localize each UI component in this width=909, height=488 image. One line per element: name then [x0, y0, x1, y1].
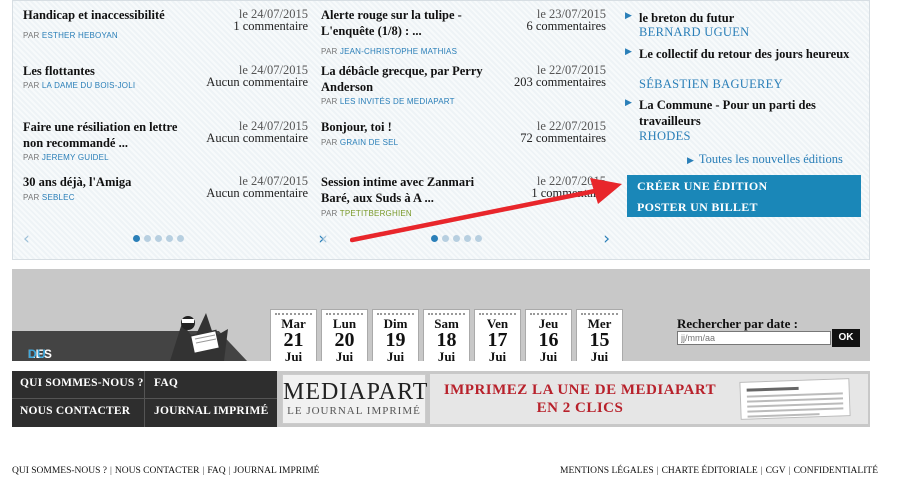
editorial-charter-link[interactable]: CHARTE ÉDITORIALE [662, 466, 758, 476]
logo-subtitle: LE JOURNAL IMPRIMÉ [287, 405, 421, 417]
new-edition-title[interactable]: le breton du futur [639, 10, 863, 26]
day-picker: Mar 21 Jui Lun 20 Jui Dim 19 Jui Sam 18 Jui Ven 1… [270, 309, 623, 363]
triangle-bullet-icon: ▶ [687, 156, 694, 166]
edition-title[interactable]: La débâcle grecque, par Perry Anderson [321, 63, 496, 95]
comment-count[interactable]: Aucun commentaire [206, 187, 308, 200]
new-edition-author[interactable]: BERNARD UGUEN [639, 25, 750, 40]
mediapart-journal-logo[interactable]: MEDIAPART LE JOURNAL IMPRIMÉ [282, 374, 429, 424]
triangle-bullet-icon: ▶ [625, 98, 632, 108]
day-card[interactable]: Ven 17 Jui [474, 309, 521, 363]
faq-link[interactable]: FAQ [207, 466, 225, 476]
edition-title[interactable]: Alerte rouge sur la tulipe - L'enquête (… [321, 7, 496, 39]
who-are-we-link[interactable]: QUI SOMMES-NOUS ? [12, 466, 107, 476]
comment-count[interactable]: 6 commentaires [527, 20, 607, 33]
day-card[interactable]: Lun 20 Jui [321, 309, 368, 363]
chevron-left-icon[interactable]: ‹ [23, 229, 30, 249]
faq-link[interactable]: FAQ [154, 377, 178, 389]
comment-count[interactable]: 72 commentaires [520, 132, 606, 145]
author-link[interactable]: ESTHER HEBOYAN [42, 31, 118, 40]
author-link[interactable]: GRAIN DE SEL [340, 138, 398, 147]
edition-title[interactable]: Bonjour, toi ! [321, 119, 496, 135]
edition-title[interactable]: 30 ans déjà, l'Amiga [23, 174, 198, 190]
triangle-bullet-icon: ▶ [625, 47, 632, 57]
edition-byline: PAR JEAN-CHRISTOPHE MATHIAS [321, 47, 458, 56]
comment-count[interactable]: Aucun commentaire [206, 76, 308, 89]
red-arrow-annotation [350, 178, 622, 243]
day-card[interactable]: Sam 18 Jui [423, 309, 470, 363]
comment-count[interactable]: 1 commentaire [233, 20, 308, 33]
comment-count[interactable]: Aucun commentaire [206, 132, 308, 145]
author-link[interactable]: JEAN-CHRISTOPHE MATHIAS [340, 47, 457, 56]
legal-notice-link[interactable]: MENTIONS LÉGALES [560, 466, 654, 476]
author-link[interactable]: SEBLEC [42, 193, 75, 202]
edition-title[interactable]: Les flottantes [23, 63, 198, 79]
edition-byline: PAR ESTHER HEBOYAN [23, 31, 118, 40]
author-link[interactable]: LA DAME DU BOIS-JOLI [42, 81, 135, 90]
day-card[interactable]: Mer 15 Jui [576, 309, 623, 363]
chevron-left-icon[interactable]: ‹ [321, 229, 328, 249]
comment-count[interactable]: 203 commentaires [514, 76, 606, 89]
printed-journal-link[interactable]: JOURNAL IMPRIMÉ [234, 466, 320, 476]
day-card[interactable]: Mar 21 Jui [270, 309, 317, 363]
divider [12, 398, 277, 399]
footer-links-right: MENTIONS LÉGALES | CHARTE ÉDITORIALE | CGV | C… [560, 466, 878, 476]
author-link[interactable]: JEREMY GUIDEL [42, 153, 109, 162]
footer-links-left: QUI SOMMES-NOUS ? | NOUS CONTACTER | FAQ | JOU… [12, 466, 320, 476]
carousel-dot[interactable] [144, 235, 151, 242]
post-billet-button[interactable]: POSTER UN BILLET [637, 200, 758, 215]
edition-title[interactable]: Handicap et inaccessibilité [23, 7, 198, 23]
who-are-we-link[interactable]: QUI SOMMES-NOUS ? [20, 377, 144, 389]
new-edition-author[interactable]: SÉBASTIEN BAGUEREY [639, 77, 783, 92]
all-new-editions-label[interactable]: Toutes les nouvelles éditions [699, 152, 843, 166]
carousel-dot[interactable] [177, 235, 184, 242]
promo-line-1: IMPRIMEZ LA UNE DE MEDIAPART [443, 382, 717, 398]
privacy-link[interactable]: CONFIDENTIALITÉ [794, 466, 878, 476]
divider [144, 371, 145, 427]
newspaper-icon [739, 378, 851, 420]
new-edition-title[interactable]: Le collectif du retour des jours heureux [639, 46, 863, 62]
carousel-dot[interactable] [133, 235, 140, 242]
mascot-icon [170, 313, 228, 361]
edition-byline: PAR LA DAME DU BOIS-JOLI [23, 81, 136, 90]
all-new-editions-link[interactable]: ▶ Toutes les nouvelles éditions [687, 152, 843, 167]
edition-byline: PAR GRAIN DE SEL [321, 138, 399, 147]
club-archives: LES ARCHIVES DU CLUB Mar 21 Jui Lun 20 Jui D… [12, 269, 870, 363]
day-card[interactable]: Jeu 16 Jui [525, 309, 572, 363]
author-link[interactable]: LES INVITÉS DE MEDIAPART [340, 97, 455, 106]
edition-title[interactable]: Faire une résiliation en lettre non reco… [23, 119, 198, 151]
edition-byline: PAR SEBLEC [23, 193, 75, 202]
printed-journal-link[interactable]: JOURNAL IMPRIMÉ [154, 405, 269, 417]
triangle-bullet-icon: ▶ [625, 11, 632, 21]
footer-bar-links: QUI SOMMES-NOUS ? FAQ NOUS CONTACTER JOU… [12, 371, 277, 427]
new-edition-title[interactable]: La Commune - Pour un parti des travaille… [639, 97, 863, 129]
carousel-dots [133, 235, 184, 243]
contact-link[interactable]: NOUS CONTACTER [20, 405, 130, 417]
actions-box: CRÉER UNE ÉDITION POSTER UN BILLET [627, 175, 861, 217]
date-search-button[interactable]: OK [832, 329, 860, 347]
contact-link[interactable]: NOUS CONTACTER [115, 466, 199, 476]
day-card[interactable]: Dim 19 Jui [372, 309, 419, 363]
print-promo-banner[interactable]: IMPRIMEZ LA UNE DE MEDIAPART EN 2 CLICS [430, 374, 868, 424]
footer-bar: QUI SOMMES-NOUS ? FAQ NOUS CONTACTER JOU… [12, 371, 870, 427]
carousel-nav-1: ‹ › [23, 229, 325, 249]
edition-byline: PAR LES INVITÉS DE MEDIAPART [321, 97, 455, 106]
date-search-input[interactable] [677, 331, 831, 345]
cgv-link[interactable]: CGV [766, 466, 786, 476]
carousel-dot[interactable] [155, 235, 162, 242]
promo-line-2: EN 2 CLICS [536, 400, 624, 416]
date-search-label: Rechercher par date : [677, 316, 798, 331]
new-edition-author[interactable]: RHODES [639, 129, 691, 144]
edition-byline: PAR JEREMY GUIDEL [23, 153, 109, 162]
logo-text: MEDIAPART [283, 379, 429, 405]
carousel-dot[interactable] [166, 235, 173, 242]
create-edition-button[interactable]: CRÉER UNE ÉDITION [637, 179, 767, 194]
